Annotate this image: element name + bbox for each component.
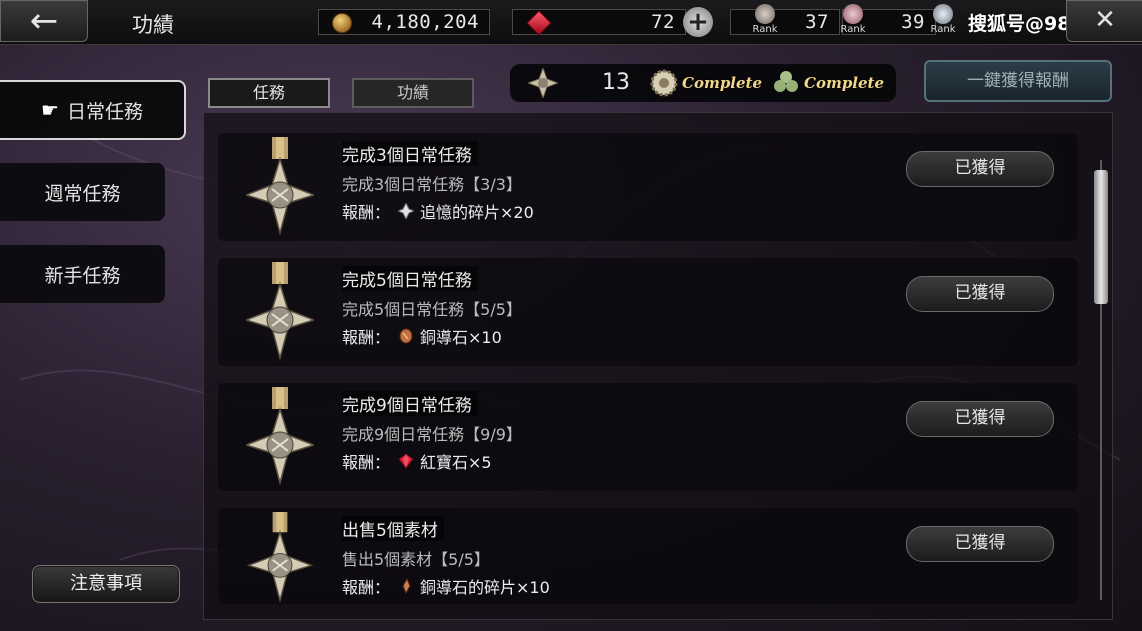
rank-c-emblem-icon: Rank — [930, 4, 956, 40]
rank-b-label: Rank — [840, 24, 866, 35]
tab-achievements[interactable]: 功績 — [352, 78, 474, 108]
task-reward: 報酬： 銅導石×10 — [342, 324, 502, 348]
rank-a-count: 37 — [805, 11, 829, 33]
task-reward: 報酬： 紅寶石×5 — [342, 449, 492, 473]
sidebar-item-daily-tasks[interactable]: ☛ 日常任務 — [0, 80, 186, 140]
medal-emblem-icon — [528, 68, 558, 98]
scrollbar-thumb[interactable] — [1094, 170, 1108, 304]
reward-text: 銅導石×10 — [420, 328, 502, 347]
claimed-button[interactable]: 已獲得 — [906, 151, 1054, 187]
achievement-count: 13 — [602, 70, 630, 95]
task-progress: 完成5個日常任務【5/5】 — [342, 300, 522, 319]
task-row: 完成3個日常任務 完成3個日常任務【3/3】 報酬： 追憶的碎片×20 已獲得 — [218, 133, 1078, 241]
task-reward: 報酬： 銅導石的碎片×10 — [342, 574, 550, 598]
rank-b-count: 39 — [901, 11, 925, 33]
gear-badge-icon — [650, 69, 678, 97]
claimed-button[interactable]: 已獲得 — [906, 276, 1054, 312]
copper-stone-icon — [399, 328, 413, 344]
sidebar-item-beginner-tasks[interactable]: 新手任務 — [0, 245, 165, 303]
medal-icon — [246, 262, 314, 361]
medal-icon — [246, 512, 314, 603]
reward-prefix: 報酬： — [342, 328, 391, 347]
task-row: 完成9個日常任務 完成9個日常任務【9/9】 報酬： 紅寶石×5 已獲得 — [218, 383, 1078, 491]
reward-text: 銅導石的碎片×10 — [420, 578, 550, 597]
gem-amount: 72 — [651, 11, 675, 33]
notice-button[interactable]: 注意事項 — [32, 565, 180, 603]
task-title: 出售5個素材 — [342, 516, 444, 541]
medal-icon — [246, 137, 314, 236]
task-progress: 完成3個日常任務【3/3】 — [342, 175, 522, 194]
sidebar-item-weekly-tasks[interactable]: 週常任務 — [0, 163, 165, 221]
task-title: 完成5個日常任務 — [342, 266, 478, 291]
page-title: 功績 — [132, 13, 174, 37]
task-progress: 售出5個素材【5/5】 — [342, 550, 490, 569]
task-title: 完成3個日常任務 — [342, 141, 478, 166]
add-gems-button[interactable]: + — [683, 7, 713, 37]
pointing-hand-icon: ☛ — [41, 98, 59, 122]
reward-prefix: 報酬： — [342, 453, 391, 472]
shard-icon — [398, 203, 415, 219]
clover-badge-icon — [774, 71, 798, 92]
gold-coin-icon — [332, 13, 352, 33]
arrow-left-icon: ← — [29, 1, 59, 41]
sidebar-item-label: 日常任務 — [66, 100, 143, 123]
rank-c-label: Rank — [930, 24, 956, 35]
tab-tasks[interactable]: 任務 — [208, 78, 330, 108]
sidebar-item-label: 新手任務 — [44, 264, 121, 287]
medal-icon — [246, 387, 314, 486]
task-progress: 完成9個日常任務【9/9】 — [342, 425, 522, 444]
reward-text: 追憶的碎片×20 — [420, 203, 534, 222]
reward-text: 紅寶石×5 — [420, 453, 492, 472]
plus-icon: + — [687, 7, 709, 37]
gold-amount: 4,180,204 — [371, 11, 479, 33]
reward-prefix: 報酬： — [342, 203, 391, 222]
close-button[interactable]: ✕ — [1066, 0, 1142, 42]
claim-all-rewards-button[interactable]: 一鍵獲得報酬 — [924, 60, 1112, 102]
rank-a-counter: 37 — [730, 9, 840, 35]
task-title: 完成9個日常任務 — [342, 391, 478, 416]
complete-label-1: Complete — [682, 74, 763, 92]
rank-a-emblem-icon: Rank — [752, 4, 778, 40]
achievement-summary: 13 Complete Complete — [510, 64, 896, 102]
ruby-icon — [398, 453, 414, 469]
task-reward: 報酬： 追憶的碎片×20 — [342, 199, 534, 223]
back-button[interactable]: ← — [0, 0, 88, 42]
close-icon: ✕ — [1094, 5, 1116, 35]
reward-prefix: 報酬： — [342, 578, 391, 597]
top-bar: ← 功績 4,180,204 72 + 37 Rank 39 Rank Rank… — [0, 0, 1142, 45]
claimed-button[interactable]: 已獲得 — [906, 401, 1054, 437]
rank-b-emblem-icon: Rank — [840, 4, 866, 40]
rank-a-label: Rank — [752, 24, 778, 35]
copper-shard-icon — [402, 578, 411, 594]
claimed-button[interactable]: 已獲得 — [906, 526, 1054, 562]
complete-label-2: Complete — [804, 74, 885, 92]
task-row: 出售5個素材 售出5個素材【5/5】 報酬： 銅導石的碎片×10 已獲得 — [218, 508, 1078, 604]
complete-badge-clover: Complete — [772, 68, 884, 98]
task-row: 完成5個日常任務 完成5個日常任務【5/5】 報酬： 銅導石×10 已獲得 — [218, 258, 1078, 366]
sidebar-item-label: 週常任務 — [44, 182, 121, 205]
complete-badge-gear: Complete — [650, 68, 762, 98]
